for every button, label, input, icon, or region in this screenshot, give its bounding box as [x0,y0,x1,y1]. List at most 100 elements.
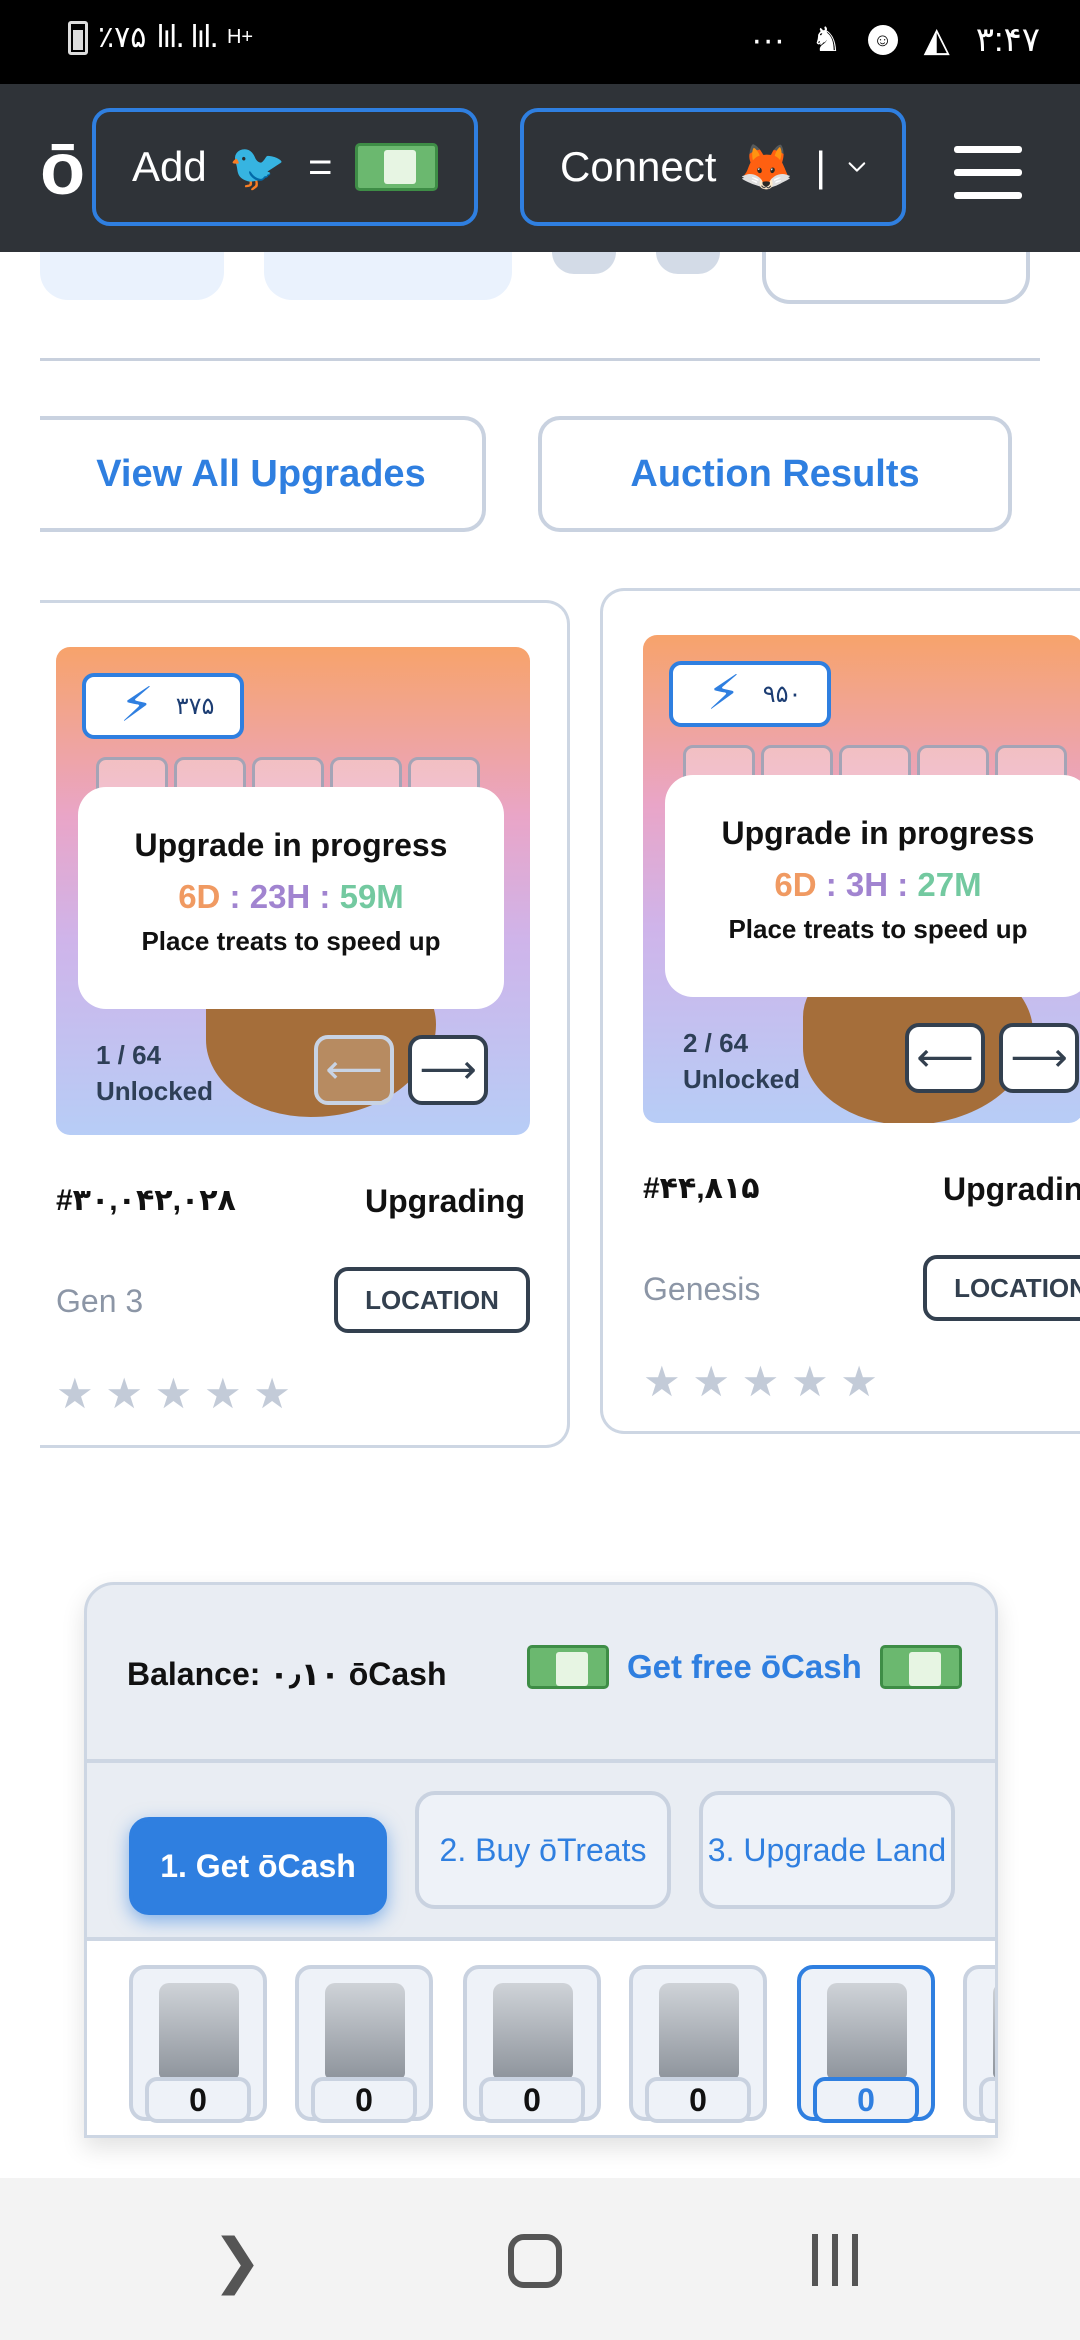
unlocked-label: Unlocked [96,1076,214,1106]
land-id: #۴۴,۸۱۵ [643,1172,760,1205]
notification-circle-icon: ☺ [867,25,898,55]
divider [87,1759,995,1763]
timer-hours: 3H [845,866,889,903]
treat-bag-icon [827,1983,907,2079]
ocash-bill-icon [354,143,438,191]
connect-label: Connect [560,143,717,190]
location-button[interactable]: LOCATION [923,1255,1080,1321]
treat-bag-icon [493,1983,573,2079]
treat-bag-icon [993,1983,995,2079]
step-upgrade-land-button[interactable]: 3. Upgrade Land [699,1791,955,1909]
upgrade-timer: 6D : 23H : 59M [78,878,504,916]
discord-link-icon[interactable] [656,252,720,274]
arrow-right-icon[interactable]: ⟶ [408,1035,488,1105]
network-type: H+ [226,26,254,48]
view-all-upgrades-button[interactable]: View All Upgrades [40,416,486,532]
location-button[interactable]: LOCATION [334,1267,530,1333]
progress-hint: Place treats to speed up [728,914,1028,944]
separator: | [815,143,827,190]
equals-sign: = [308,143,333,190]
land-generation: Genesis [643,1271,761,1307]
treat-count: 0 [645,2077,751,2123]
unlocked-count: 2 / 64 Unlocked [683,1025,800,1097]
app-logo[interactable]: ō [40,132,85,206]
ocash-bill-icon [527,1645,609,1689]
lightning-icon: ⚡ [120,679,154,732]
star-rating: ★ ★ ★ ★ ★ [56,1370,291,1417]
land-status: Upgrading [365,1183,525,1219]
auction-results-button[interactable]: Auction Results [538,416,1012,532]
signal-icon: lıl. lıl. [156,20,219,55]
timer-minutes: 27M [917,866,982,903]
arrow-left-icon[interactable]: ⟵ [905,1023,985,1093]
twitter-bird-icon: 🐦 [228,140,287,193]
upgrade-progress: Upgrade in progress 6D : 3H : 27M Place … [665,775,1080,997]
progress-title: Upgrade in progress [721,815,1035,851]
lightning-icon: ⚡ [707,667,741,720]
battery-icon [68,20,88,55]
system-nav-bar: ❯ [0,2178,1080,2340]
treat-bag-icon [159,1983,239,2079]
arrow-left-icon[interactable]: ⟵ [314,1035,394,1105]
divider [40,358,1040,361]
energy-badge: ⚡ ۳۷۵ [82,673,244,739]
add-twitter-button[interactable]: Add 🐦 = [92,108,478,226]
treat-count: 0 [479,2077,585,2123]
land-card: ⚡ ۳۷۵ Upgrade in progress 6D : 23H : 59M… [40,600,570,1448]
treat-item[interactable]: 0 [129,1965,267,2123]
connect-wallet-button[interactable]: Connect 🦊 | [520,108,906,226]
treat-item[interactable]: 0 [463,1965,601,2123]
notification-app-icon: ♞ [811,21,842,59]
unlocked-count: 1 / 64 Unlocked [96,1037,213,1109]
add-label: Add [132,143,207,190]
treat-item-selected[interactable]: 0 [797,1965,935,2123]
menu-icon[interactable] [954,146,1022,215]
treat-count: 0 [979,2077,995,2123]
balance-text: Balance: ۰٫۱۰ ōCash [127,1656,447,1692]
progress-hint: Place treats to speed up [141,926,441,956]
energy-badge: ⚡ ۹۵۰ [669,661,831,727]
energy-value: ۳۷۵ [175,692,215,720]
treat-bag-icon [325,1983,405,2079]
balance-panel: Balance: ۰٫۱۰ ōCash Get free ōCash 1. Ge… [84,1582,998,2138]
treat-count: 0 [813,2077,919,2123]
acres-pill [264,252,512,300]
energy-value: ۹۵۰ [762,680,802,708]
progress-title: Upgrade in progress [134,827,448,863]
treat-count: 0 [145,2077,251,2123]
timer-days: 6D [178,878,221,915]
get-free-ocash-link[interactable]: Get free ōCash [527,1645,962,1689]
back-nav-icon[interactable]: ❯ [212,2226,262,2296]
timer-separator: : [816,866,846,903]
more-notifications-icon: ··· [751,20,786,59]
timer-days: 6D [774,866,817,903]
metamask-fox-icon: 🦊 [738,143,794,192]
home-nav-icon[interactable] [508,2234,562,2288]
treat-item[interactable]: 0 [629,1965,767,2123]
notification-drive-icon: ◭ [923,21,950,59]
battery-level: ٪۷۵ [98,21,147,54]
treat-bag-icon [659,1983,739,2079]
twitter-link-icon[interactable] [552,252,616,274]
recent-apps-icon[interactable] [812,2234,858,2286]
chevron-down-icon [848,162,866,172]
step-get-ocash-button[interactable]: 1. Get ōCash [129,1817,387,1915]
status-right: ··· ♞ ☺ ◭ ۳:۴۷ [751,20,1040,60]
upgrade-timer: 6D : 3H : 27M [665,866,1080,904]
treat-item[interactable]: 0 [295,1965,433,2123]
unlocked-fraction: 2 / 64 [683,1028,749,1058]
clock: ۳:۴۷ [975,21,1040,59]
treat-count: 0 [311,2077,417,2123]
unlocked-label: Unlocked [683,1064,801,1094]
treat-item[interactable]: 0 [963,1965,995,2123]
timer-hours: 23H [249,878,311,915]
unlocked-fraction: 1 / 64 [96,1040,162,1070]
plots-pill [40,252,224,300]
my-orders-button[interactable] [762,252,1030,304]
timer-separator: : [888,866,918,903]
status-left: ٪۷۵ lıl. lıl. H+ [68,20,253,55]
step-buy-otreats-button[interactable]: 2. Buy ōTreats [415,1791,671,1909]
land-image: ⚡ ۹۵۰ Upgrade in progress 6D : 3H : 27M … [643,635,1080,1123]
arrow-right-icon[interactable]: ⟶ [999,1023,1079,1093]
status-bar: ٪۷۵ lıl. lıl. H+ ··· ♞ ☺ ◭ ۳:۴۷ [0,0,1080,84]
